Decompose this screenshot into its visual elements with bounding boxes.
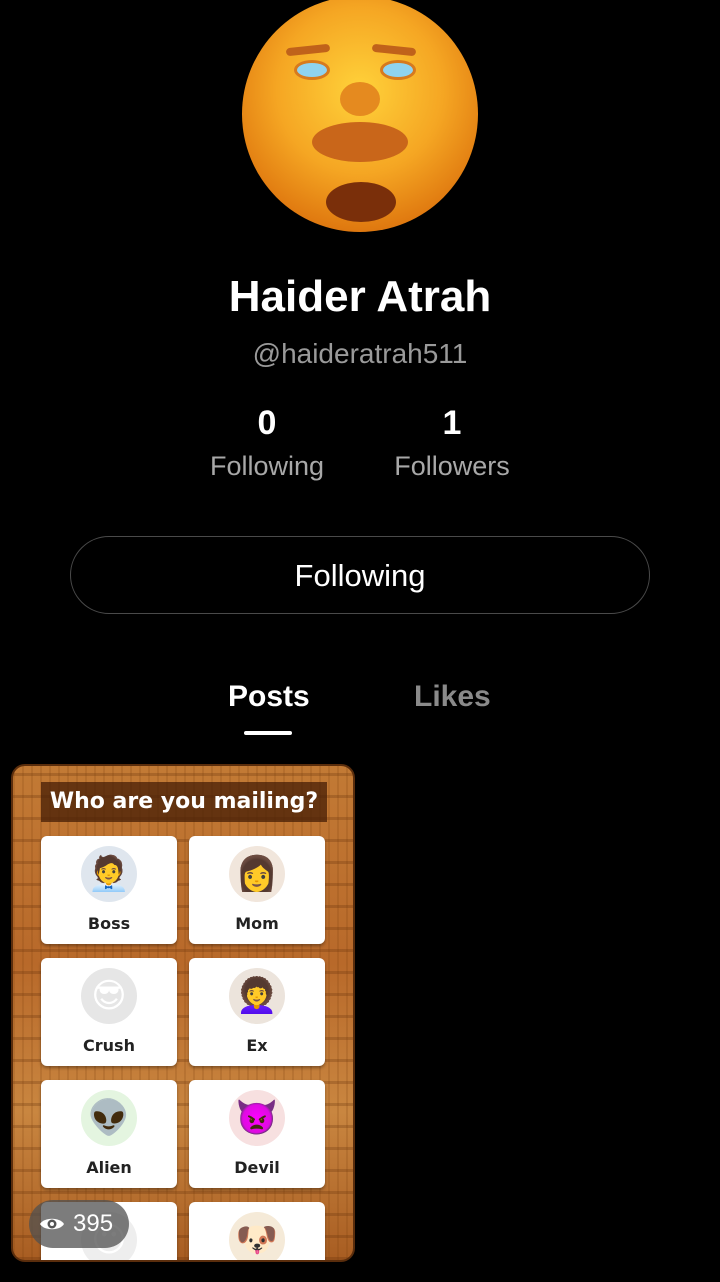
option-tile: 👿 Devil xyxy=(189,1080,325,1188)
post-title: Who are you mailing? xyxy=(41,782,327,822)
woman-reading-letter-icon: 👩 xyxy=(229,846,285,902)
following-button[interactable]: Following xyxy=(70,536,650,614)
option-tile: 👩‍🦱 Ex xyxy=(189,958,325,1066)
option-label: Devil xyxy=(234,1158,280,1177)
followers-label: Followers xyxy=(394,451,510,481)
followers-stat[interactable]: 1 Followers xyxy=(352,404,552,482)
option-tile: 🧑‍💼 Boss xyxy=(41,836,177,944)
followers-count: 1 xyxy=(442,404,462,442)
avatar-chin xyxy=(326,182,396,222)
avatar-brow-left xyxy=(285,43,331,57)
option-tile: 🐶 xyxy=(189,1202,325,1260)
avatar-mouth xyxy=(312,122,408,162)
option-tile: 👩 Mom xyxy=(189,836,325,944)
profile-name: Haider Atrah xyxy=(228,272,492,321)
avatar-brow-right xyxy=(371,43,417,57)
active-tab-indicator xyxy=(244,731,292,735)
avatar[interactable] xyxy=(242,0,478,232)
avatar-nose xyxy=(340,82,380,116)
green-alien-icon: 👽 xyxy=(81,1090,137,1146)
man-in-suit-reading-icon: 🧑‍💼 xyxy=(81,846,137,902)
following-count: 0 xyxy=(257,404,277,442)
view-count-badge: 395 xyxy=(29,1200,130,1248)
red-devil-icon: 👿 xyxy=(229,1090,285,1146)
option-tile: 😎 Crush xyxy=(41,958,177,1066)
view-count: 395 xyxy=(73,1210,114,1237)
tab-posts[interactable]: Posts xyxy=(228,680,310,714)
avatar-eye-right xyxy=(380,60,416,80)
eye-icon xyxy=(39,1215,65,1233)
post-thumbnail[interactable]: Who are you mailing? 🧑‍💼 Boss 👩 Mom 😎 Cr… xyxy=(11,764,355,1262)
guy-with-sunglasses-icon: 😎 xyxy=(81,968,137,1024)
profile-page: Haider Atrah @haideratrah511 0 Following… xyxy=(0,0,720,1282)
option-tile: 👽 Alien xyxy=(41,1080,177,1188)
following-stat[interactable]: 0 Following xyxy=(167,404,367,482)
profile-handle: @haideratrah511 xyxy=(252,338,468,369)
option-label: Ex xyxy=(246,1036,268,1055)
tab-likes[interactable]: Likes xyxy=(414,680,491,714)
option-label: Alien xyxy=(86,1158,132,1177)
option-label: Mom xyxy=(235,914,279,933)
option-label: Crush xyxy=(83,1036,135,1055)
avatar-eye-left xyxy=(294,60,330,80)
following-label: Following xyxy=(209,451,325,481)
woman-with-letter-icon: 👩‍🦱 xyxy=(229,968,285,1024)
option-label: Boss xyxy=(87,914,131,933)
dog-icon: 🐶 xyxy=(229,1212,285,1260)
